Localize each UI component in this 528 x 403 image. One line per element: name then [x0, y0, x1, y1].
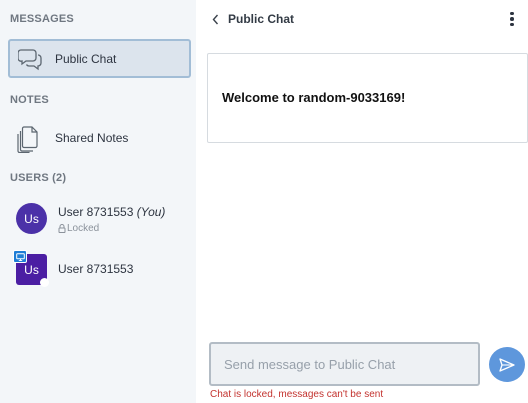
- avatar: Us: [13, 250, 49, 287]
- shared-notes-item[interactable]: Shared Notes: [8, 119, 191, 158]
- sidebar: MESSAGES Public Chat NOTES Shared Notes …: [0, 0, 196, 403]
- welcome-message: Welcome to random-9033169!: [207, 53, 528, 143]
- chat-bubbles-icon: [18, 49, 42, 71]
- message-input[interactable]: [209, 342, 480, 386]
- room-name: random-9033169: [298, 90, 401, 105]
- send-icon: [499, 357, 515, 372]
- chat-title: Public Chat: [228, 12, 295, 26]
- user-status-text: Locked: [67, 223, 100, 234]
- avatar-initials: Us: [24, 262, 39, 277]
- avatar-initials: Us: [24, 211, 39, 226]
- shared-notes-label: Shared Notes: [55, 131, 129, 145]
- user-name-text: User 8731553: [58, 262, 134, 276]
- user-name: User 8731553: [58, 262, 133, 276]
- back-button[interactable]: Public Chat: [212, 10, 294, 28]
- notes-section-title: NOTES: [10, 94, 49, 106]
- chat-panel: Public Chat Welcome to random-9033169! C…: [196, 0, 528, 403]
- messages-section-title: MESSAGES: [10, 13, 74, 25]
- chat-locked-message: Chat is locked, messages can't be sent: [210, 389, 384, 400]
- public-chat-item[interactable]: Public Chat: [8, 39, 191, 78]
- lock-icon: [58, 224, 66, 233]
- avatar: Us: [16, 203, 47, 234]
- documents-icon: [17, 126, 38, 153]
- public-chat-label: Public Chat: [55, 52, 117, 66]
- users-section-title: USERS (2): [10, 172, 67, 184]
- user-list-item[interactable]: Us User 8731553: [8, 250, 191, 290]
- user-list-item-self[interactable]: Us User 8731553 (You) Locked: [8, 199, 191, 239]
- user-status: Locked: [58, 223, 99, 234]
- welcome-suffix: !: [400, 90, 406, 105]
- you-tag: (You): [136, 205, 166, 219]
- user-name: User 8731553 (You): [58, 205, 165, 219]
- status-indicator: [40, 278, 49, 287]
- welcome-text: Welcome to random-9033169!: [222, 90, 405, 105]
- welcome-prefix: Welcome to: [222, 90, 299, 105]
- chevron-left-icon: [212, 14, 219, 24]
- chat-header: Public Chat: [196, 0, 528, 38]
- more-options-button[interactable]: [508, 10, 516, 28]
- more-vertical-icon: [510, 11, 514, 16]
- send-button[interactable]: [489, 347, 525, 382]
- user-name-text: User 8731553: [58, 205, 134, 219]
- presentation-icon: [13, 250, 27, 263]
